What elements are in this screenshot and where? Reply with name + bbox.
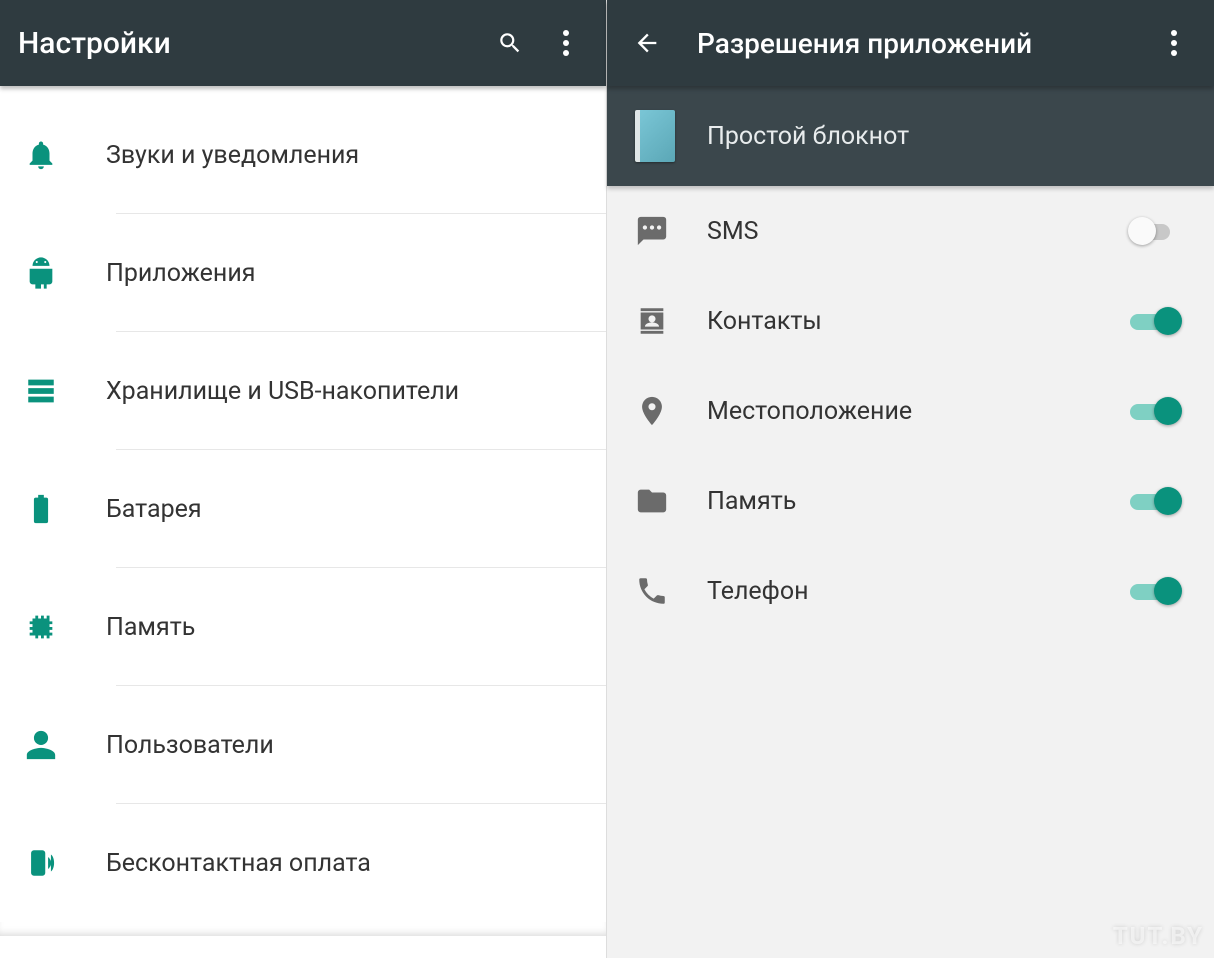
android-icon	[24, 256, 58, 290]
watermark: TUT.BY	[1113, 922, 1204, 950]
more-vert-icon	[563, 30, 569, 56]
settings-row[interactable]: Память	[0, 568, 606, 686]
contacts-icon	[635, 304, 669, 338]
settings-row[interactable]: Приложения	[0, 214, 606, 332]
settings-row[interactable]: Звуки и уведомления	[0, 96, 606, 214]
permission-row: Телефон	[607, 546, 1214, 636]
settings-row[interactable]: Хранилище и USB-накопители	[0, 332, 606, 450]
app-icon	[631, 109, 679, 163]
permission-label: Контакты	[707, 307, 1128, 336]
permission-label: Местоположение	[707, 397, 1128, 426]
settings-row[interactable]: Бесконтактная оплата	[0, 804, 606, 922]
app-header: Простой блокнот	[607, 86, 1214, 186]
overflow-menu-button[interactable]	[1152, 21, 1196, 65]
permission-toggle[interactable]	[1128, 575, 1184, 607]
more-vert-icon	[1171, 30, 1177, 56]
settings-appbar: Настройки	[0, 0, 606, 86]
tap-and-pay-icon	[24, 846, 58, 880]
back-button[interactable]	[625, 21, 669, 65]
settings-row[interactable]: Пользователи	[0, 686, 606, 804]
phone-icon	[635, 574, 669, 608]
permission-row: Местоположение	[607, 366, 1214, 456]
settings-row-label: Хранилище и USB-накопители	[106, 377, 459, 406]
storage-icon	[24, 374, 58, 408]
settings-row[interactable]: Батарея	[0, 450, 606, 568]
permission-toggle[interactable]	[1128, 305, 1184, 337]
folder-icon	[635, 484, 669, 518]
memory-icon	[24, 610, 58, 644]
permission-toggle[interactable]	[1128, 485, 1184, 517]
location-icon	[635, 394, 669, 428]
permission-row: Память	[607, 456, 1214, 546]
permission-toggle[interactable]	[1128, 215, 1184, 247]
search-icon	[497, 30, 523, 56]
permissions-title: Разрешения приложений	[697, 27, 1152, 60]
permission-label: SMS	[707, 217, 1128, 246]
settings-row-label: Приложения	[106, 259, 256, 288]
user-icon	[24, 728, 58, 762]
back-icon	[633, 29, 661, 57]
permission-row: Контакты	[607, 276, 1214, 366]
settings-list: Звуки и уведомления Приложения Хранилище и…	[0, 86, 606, 922]
permissions-pane: Разрешения приложений Простой блокнот SM…	[607, 0, 1214, 958]
settings-row-label: Бесконтактная оплата	[106, 849, 371, 878]
app-name-label: Простой блокнот	[707, 122, 909, 151]
search-button[interactable]	[488, 21, 532, 65]
permission-label: Память	[707, 487, 1128, 516]
permissions-appbar: Разрешения приложений	[607, 0, 1214, 86]
bell-icon	[24, 138, 58, 172]
permission-row: SMS	[607, 186, 1214, 276]
settings-pane: Настройки Звуки и уведомления Приложения Х…	[0, 0, 607, 958]
settings-row-label: Память	[106, 613, 195, 642]
sms-icon	[635, 214, 669, 248]
permissions-list: SMS Контакты Местоположение Память Телефон	[607, 186, 1214, 636]
permission-toggle[interactable]	[1128, 395, 1184, 427]
settings-row-label: Пользователи	[106, 731, 274, 760]
settings-title: Настройки	[18, 26, 488, 61]
notebook-icon	[635, 110, 675, 162]
permission-label: Телефон	[707, 577, 1128, 606]
battery-icon	[24, 492, 58, 526]
settings-row-label: Звуки и уведомления	[106, 141, 359, 170]
settings-row-label: Батарея	[106, 495, 202, 524]
overflow-menu-button[interactable]	[544, 21, 588, 65]
